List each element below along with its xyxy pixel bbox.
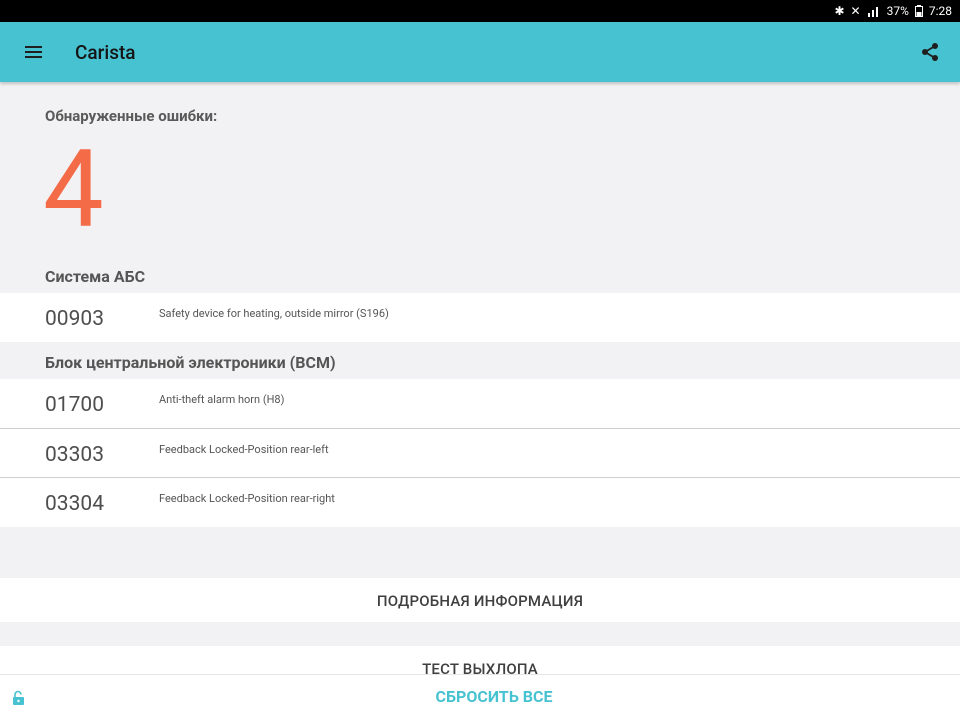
- fault-row[interactable]: 00903 Safety device for heating, outside…: [0, 293, 960, 342]
- battery-icon: [914, 5, 923, 17]
- wifi-signal-icon: [867, 7, 878, 17]
- errors-count: 4: [43, 127, 104, 253]
- bottom-bar: СБРОСИТЬ ВСЕ: [0, 674, 960, 721]
- status-bar: ✱ ✕ 37% 7:28: [0, 0, 960, 22]
- fault-row[interactable]: 03304 Feedback Locked-Position rear-righ…: [0, 478, 960, 527]
- clock: 7:28: [928, 4, 952, 18]
- fault-description: Safety device for heating, outside mirro…: [159, 307, 389, 320]
- section-title-bcm: Блок центральной электроники (BCM): [45, 353, 336, 372]
- fault-description: Anti-theft alarm horn (H8): [159, 393, 285, 406]
- fault-description: Feedback Locked-Position rear-left: [159, 443, 329, 456]
- menu-icon[interactable]: [24, 43, 44, 61]
- fault-row[interactable]: 03303 Feedback Locked-Position rear-left: [0, 429, 960, 478]
- status-icons: ✱ ✕ 37% 7:28: [834, 3, 952, 19]
- share-icon[interactable]: [920, 42, 940, 62]
- app-bar: Carista: [0, 22, 960, 82]
- battery-percent: 37%: [886, 4, 909, 18]
- fault-code: 01700: [45, 393, 105, 417]
- fault-code: 00903: [45, 307, 105, 331]
- section-title-abs: Система АБС: [45, 267, 146, 286]
- details-button[interactable]: ПОДРОБНАЯ ИНФОРМАЦИЯ: [0, 578, 960, 622]
- errors-found-label: Обнаруженные ошибки:: [45, 107, 218, 125]
- app-title: Carista: [75, 41, 136, 64]
- bluetooth-icon: ✱: [834, 4, 845, 18]
- fault-code: 03304: [45, 492, 105, 516]
- fault-code: 03303: [45, 443, 105, 467]
- fault-description: Feedback Locked-Position rear-right: [159, 492, 335, 505]
- reset-all-button[interactable]: СБРОСИТЬ ВСЕ: [0, 687, 960, 706]
- mute-icon: ✕: [850, 4, 861, 18]
- fault-row[interactable]: 01700 Anti-theft alarm horn (H8): [0, 379, 960, 428]
